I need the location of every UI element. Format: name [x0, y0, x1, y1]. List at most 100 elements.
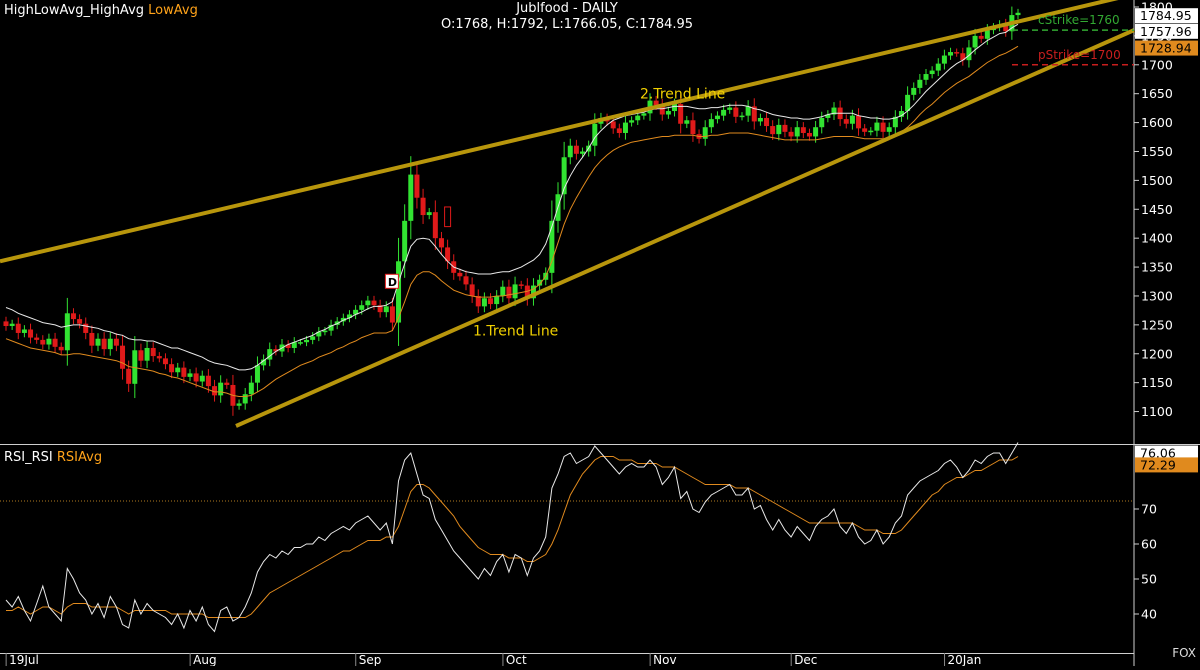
candle-body [181, 367, 187, 377]
rsi-indicator-legend: RSI_RSI RSIAvg [4, 450, 102, 465]
candle-body [463, 276, 469, 285]
candle-body [426, 212, 432, 216]
candle-body [665, 111, 671, 115]
candle-body [101, 338, 107, 350]
candle-body [622, 122, 628, 133]
candle-body [70, 313, 76, 320]
candle-body [868, 130, 874, 133]
candle-body [849, 115, 855, 124]
candle-body [972, 35, 978, 48]
price-axis-label: 1200 [1141, 346, 1173, 361]
candle-body [224, 382, 230, 385]
candle-body [77, 319, 83, 324]
candle-body [935, 63, 941, 71]
time-axis-label: Sep [359, 653, 382, 666]
candle-body [567, 145, 573, 158]
candle-body [83, 323, 89, 333]
candle-body [389, 306, 395, 323]
candle-body [941, 55, 947, 64]
candle-body [481, 298, 487, 307]
candle-body [488, 298, 494, 305]
rsi-axis-label: 70 [1141, 502, 1157, 517]
candle-body [610, 121, 616, 129]
price-rsi-chart[interactable]: 2.Trend Line1.Trend LineDcStrike=1760pSt… [0, 0, 1200, 667]
rsi-legend: RSI_RSI [4, 450, 53, 465]
candle-body [708, 119, 714, 128]
chart-title: Jublfood - DAILY [516, 1, 618, 16]
candle-body [248, 382, 254, 395]
candle-body [126, 368, 132, 384]
candle-body [494, 295, 500, 305]
candle-body [702, 127, 708, 139]
candle-body [310, 336, 316, 340]
rsi-axis-label: 40 [1141, 607, 1157, 622]
price-axis-label: 1600 [1141, 115, 1173, 130]
candle-body [95, 338, 101, 346]
candle-body [856, 115, 862, 129]
candle-body [929, 70, 935, 75]
candle-body [806, 132, 812, 137]
candle-body [580, 151, 586, 154]
candle-body [923, 74, 929, 80]
candle-body [616, 128, 622, 133]
candle-body [757, 117, 763, 122]
chart-background [0, 0, 1200, 666]
ohlc-readout: O:1768, H:1792, L:1766.05, C:1784.95 [440, 17, 694, 32]
candle-body [641, 113, 647, 116]
price-axis-label: 1250 [1141, 317, 1173, 332]
close-price-tag-text: 1784.95 [1140, 8, 1192, 23]
candle-body [150, 347, 156, 357]
candle-body [144, 347, 150, 361]
candle-body [629, 120, 635, 123]
rsi-axis-label: 50 [1141, 572, 1157, 587]
candle-body [46, 338, 52, 345]
candle-body [714, 115, 720, 120]
candle-body [512, 284, 518, 299]
trend-line-2-label: 2.Trend Line [640, 86, 725, 102]
candle-body [138, 350, 144, 361]
candle-body [402, 220, 408, 262]
price-axis-label: 1450 [1141, 202, 1173, 217]
candle-body [739, 115, 745, 118]
candle-body [954, 52, 960, 54]
price-axis-label: 1350 [1141, 260, 1173, 275]
candle-body [297, 342, 303, 344]
time-axis-label: 19Jul [9, 653, 39, 666]
candle-body [457, 272, 463, 277]
candle-body [52, 338, 58, 347]
candle-body [905, 94, 911, 112]
candle-body [862, 128, 868, 132]
candle-body [721, 109, 727, 116]
candle-body [414, 174, 420, 198]
candle-body [635, 115, 641, 121]
candle-body [175, 367, 181, 373]
price-axis-label: 1400 [1141, 231, 1173, 246]
candle-body [782, 124, 788, 132]
candle-body [917, 79, 923, 88]
candle-body [506, 286, 512, 299]
candle-body [948, 52, 954, 56]
candle-body [776, 124, 782, 135]
candle-body [218, 382, 224, 396]
time-axis-label: Nov [653, 653, 676, 666]
rsi-avg-tag-text: 72.29 [1140, 457, 1176, 472]
candle-body [672, 104, 678, 112]
candle-body [592, 123, 598, 146]
price-axis-label: 1550 [1141, 144, 1173, 159]
candle-body [64, 313, 70, 351]
candle-body [678, 104, 684, 124]
candle-body [684, 120, 690, 124]
chart-window: 2.Trend Line 1.Trend Line DcStrike=1760 pSt… [0, 0, 1200, 667]
candle-body [120, 345, 126, 369]
candle-body [874, 122, 880, 131]
candle-body [886, 127, 892, 132]
candle-body [733, 107, 739, 117]
low-avg-tag-text: 1728.94 [1140, 41, 1192, 56]
candle-body [978, 35, 984, 39]
candle-body [359, 305, 365, 310]
candle-body [40, 339, 46, 345]
price-axis-label: 1100 [1141, 404, 1173, 419]
candle-body [690, 120, 696, 135]
put-strike-label: pStrike=1700 [1038, 48, 1121, 62]
d-marker-label: D [388, 276, 397, 289]
